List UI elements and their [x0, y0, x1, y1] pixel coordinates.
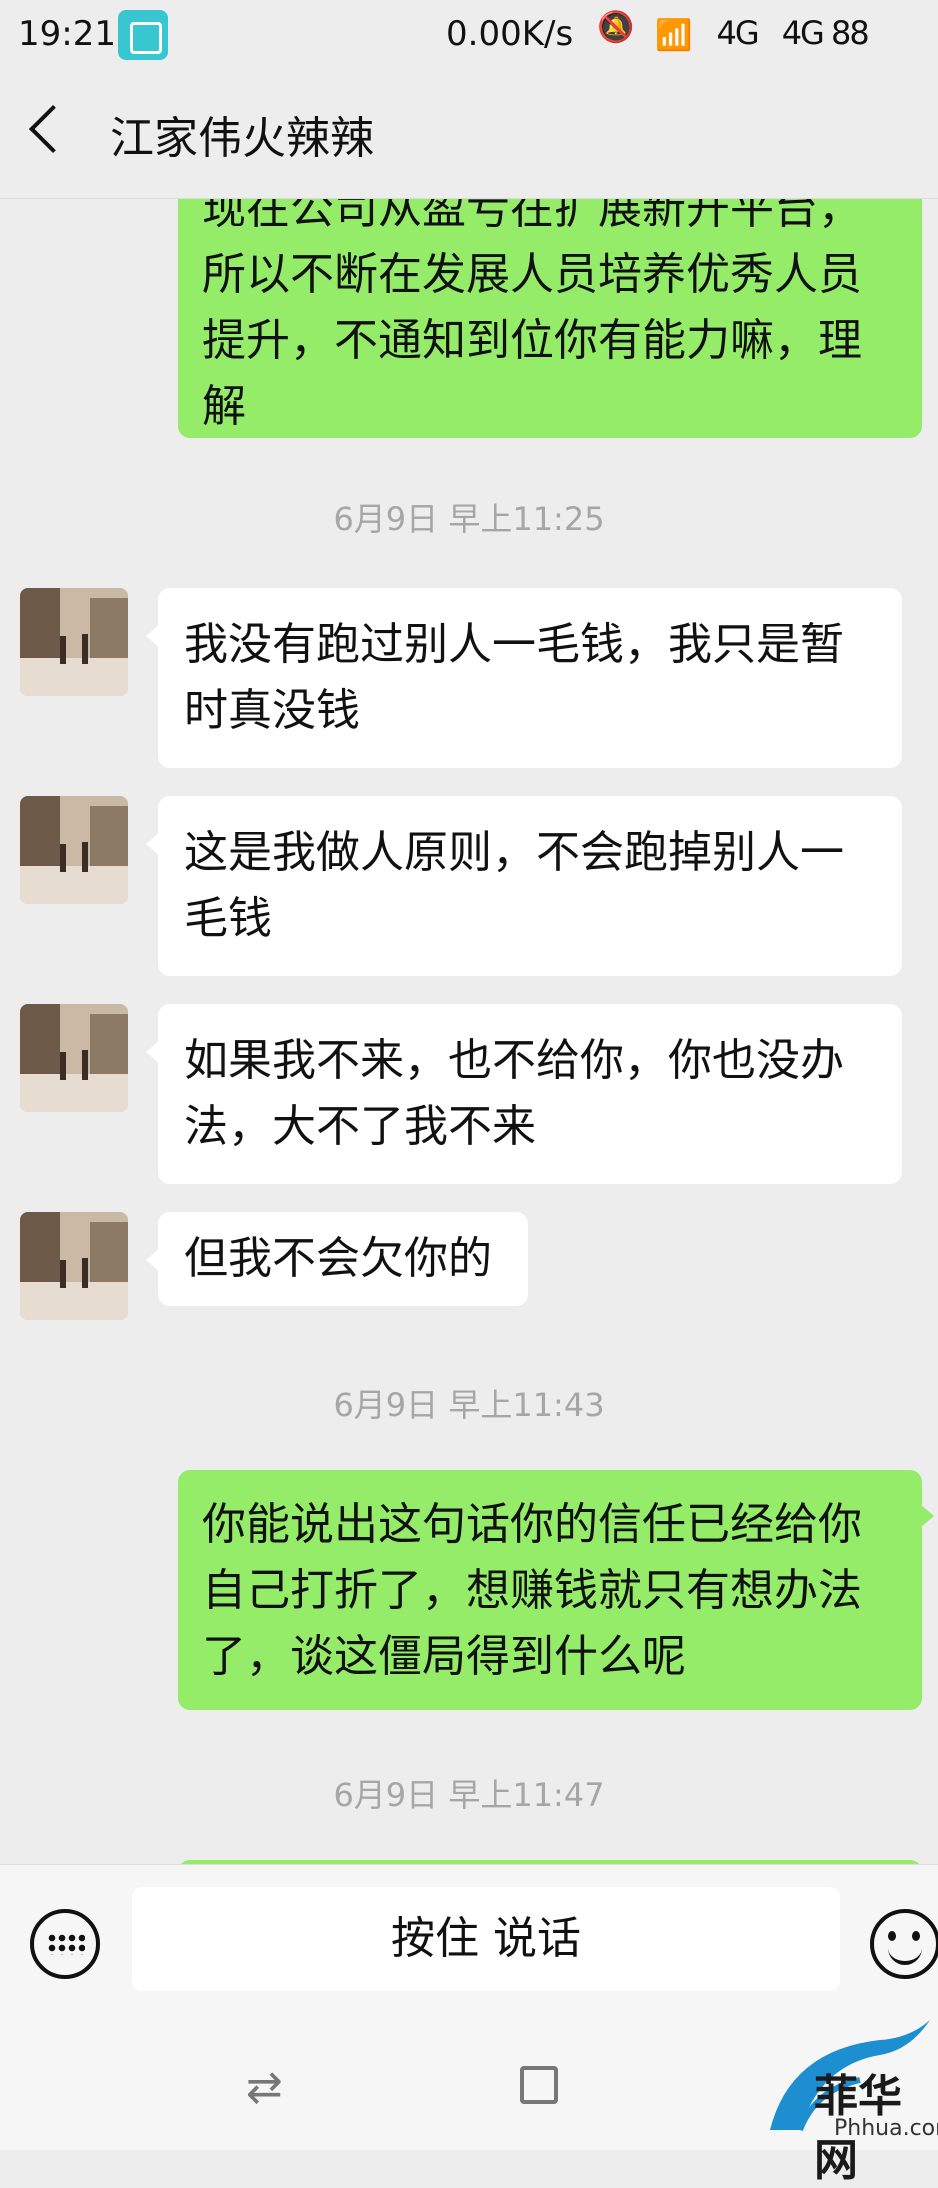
signal-4g-1: 4G [716, 14, 760, 52]
message-line: 解 [202, 381, 246, 432]
mute-bell-icon [597, 10, 634, 48]
message-line: 自己打折了，想赚钱就只有想办法 [202, 1565, 862, 1616]
message-bubble-received[interactable]: 如果我不来，也不给你，你也没办 法，大不了我不来 [146, 1004, 902, 1184]
message-line: 你能说出这句话你的信任已经给你 [202, 1499, 862, 1550]
avatar-photo [20, 588, 128, 696]
keyboard-icon[interactable] [30, 1909, 100, 1979]
emoji-icon[interactable] [870, 1909, 938, 1979]
status-time: 19:21 [18, 14, 116, 54]
timestamp: 6月9日 早上11:43 [333, 1386, 605, 1424]
status-right: 0.00K/s 4G 4G 88 [446, 10, 870, 54]
message-line: 毛钱 [184, 893, 272, 944]
status-bar: 19:21 0.00K/s 4G 4G 88 [0, 0, 938, 72]
timestamp: 6月9日 早上11:47 [333, 1776, 605, 1814]
message-line: 提升，不通知到位你有能力嘛，理 [202, 315, 862, 366]
switch-arrows-icon[interactable]: ⇄ [246, 2062, 283, 2113]
avatar[interactable] [20, 796, 128, 904]
recents-square-icon[interactable] [520, 2066, 558, 2104]
watermark-url: Phhua.com [834, 2116, 938, 2141]
message-line: 如果我不来，也不给你，你也没办 [184, 1035, 844, 1086]
message-line: 但我不会欠你的 [184, 1233, 492, 1284]
message-line: 这是我做人原则，不会跑掉别人一 [184, 827, 844, 878]
chat-title: 江家伟火辣辣 [110, 113, 374, 164]
message-line: 所以不断在发展人员培养优秀人员 [202, 249, 862, 300]
message-bubble-received[interactable]: 这是我做人原则，不会跑掉别人一 毛钱 [146, 796, 902, 976]
avatar-photo [20, 1004, 128, 1112]
avatar[interactable] [20, 1004, 128, 1112]
avatar[interactable] [20, 588, 128, 696]
back-arrow-icon[interactable] [28, 104, 78, 154]
timestamp: 6月9日 早上11:25 [333, 500, 605, 538]
avatar-photo [20, 796, 128, 904]
message-line: 法，大不了我不来 [184, 1101, 536, 1152]
avatar-photo [20, 1212, 128, 1320]
message-bubble-sent[interactable]: 你能说出这句话你的信任已经给你 自己打折了，想赚钱就只有想办法 了，谈这僵局得到… [178, 1470, 934, 1710]
input-bar: 按住 说话 [0, 1864, 938, 2011]
message-line: 了，谈这僵局得到什么呢 [202, 1631, 686, 1682]
wifi-icon [655, 14, 692, 54]
chat-header: 江家伟火辣辣 [0, 72, 938, 199]
message-bubble-received[interactable]: 我没有跑过别人一毛钱，我只是暂 时真没钱 [146, 588, 902, 768]
chat-area[interactable]: 现在公司从盈亏在扩展新开平台， 所以不断在发展人员培养优秀人员 提升，不通知到位… [0, 198, 938, 1864]
signal-4g-2: 4G 88 [781, 14, 870, 52]
message-bubble-received[interactable]: 但我不会欠你的 [146, 1212, 528, 1306]
message-line: 我没有跑过别人一毛钱，我只是暂 [184, 619, 844, 670]
avatar[interactable] [20, 1212, 128, 1320]
net-speed: 0.00K/s [446, 14, 574, 54]
hold-to-talk-button[interactable]: 按住 说话 [132, 1887, 840, 1991]
message-bubble-sent[interactable]: 现在公司从盈亏在扩展新开平台， 所以不断在发展人员培养优秀人员 提升，不通知到位… [178, 198, 922, 438]
message-line: 时真没钱 [184, 685, 360, 736]
screenshot-icon [118, 10, 168, 60]
message-line: 现在公司从盈亏在扩展新开平台， [202, 198, 862, 234]
